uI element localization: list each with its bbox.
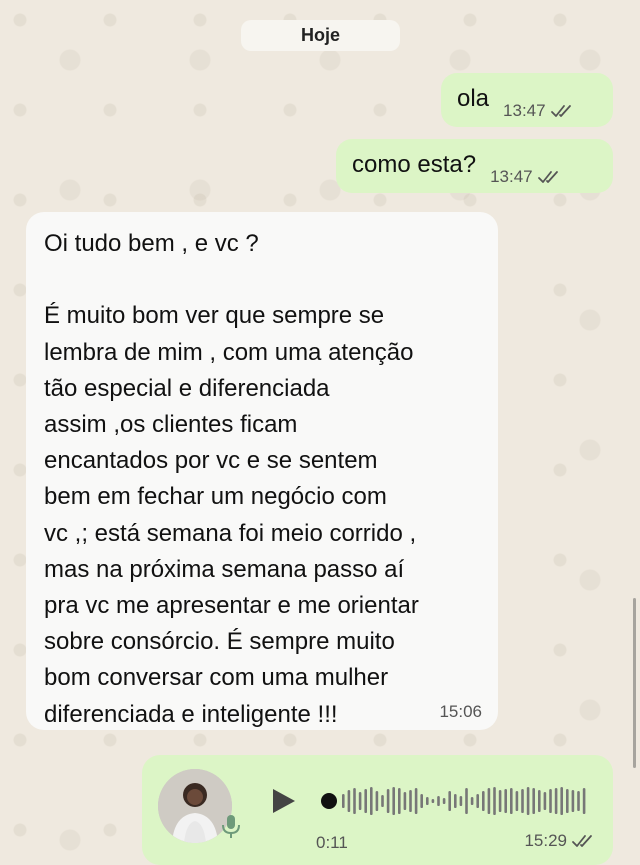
microphone-icon: [222, 815, 240, 838]
waveform-bar: [549, 789, 552, 813]
double-check-icon: [537, 171, 558, 183]
waveform-bar: [442, 798, 446, 804]
waveform-bar: [403, 792, 407, 810]
waveform-bar: [431, 799, 435, 803]
scrollbar[interactable]: [633, 598, 636, 768]
waveform-bar: [554, 788, 558, 814]
message-meta: 13:47: [490, 167, 565, 187]
waveform-bar: [515, 791, 519, 811]
waveform-bar: [358, 792, 362, 810]
waveform-bar: [437, 796, 440, 806]
waveform-bar: [566, 789, 569, 813]
message-meta: 15:29: [524, 831, 599, 851]
waveform-bar: [560, 787, 563, 815]
outgoing-message-bubble[interactable]: como esta? 13:47: [336, 139, 613, 193]
message-time: 13:47: [490, 167, 533, 186]
waveform-bar: [526, 787, 530, 815]
waveform-bar: [454, 794, 457, 808]
waveform-bar: [364, 789, 367, 813]
message-time: 15:29: [524, 831, 567, 850]
waveform-bar: [543, 792, 547, 810]
playhead-dot[interactable]: [321, 793, 337, 809]
waveform-bar: [532, 788, 535, 814]
waveform-bar: [420, 794, 423, 808]
waveform-bar: [409, 790, 412, 812]
incoming-message-bubble[interactable]: Oi tudo bem , e vc ? É muito bom ver que…: [26, 212, 498, 730]
message-text: ola: [457, 85, 490, 112]
waveform-bar: [459, 796, 463, 806]
waveform-bar: [414, 788, 418, 814]
double-check-icon: [572, 835, 592, 847]
waveform-bar: [582, 788, 586, 814]
message-text: Oi tudo bem , e vc ? É muito bom ver que…: [44, 230, 419, 728]
waveform-bar: [571, 790, 575, 812]
waveform-bar: [498, 790, 502, 812]
voice-duration: 0:11: [316, 833, 348, 852]
date-separator: Hoje: [241, 20, 400, 51]
play-icon[interactable]: [268, 786, 298, 816]
waveform-bar: [521, 789, 524, 813]
waveform-bar: [465, 788, 468, 814]
waveform-bar: [381, 795, 384, 807]
waveform-bar: [493, 787, 496, 815]
waveform-bar: [448, 791, 451, 811]
waveform-bar: [353, 788, 356, 814]
waveform-icon[interactable]: [320, 783, 590, 819]
waveform-bar: [482, 791, 485, 811]
message-meta: 13:47: [503, 101, 578, 121]
waveform-bar: [577, 791, 580, 811]
waveform-bar: [470, 797, 474, 805]
waveform-bar: [347, 790, 351, 812]
message-time: 15:06: [439, 702, 482, 721]
waveform-bar: [342, 794, 345, 808]
waveform-bar: [375, 791, 379, 811]
waveform-bar: [510, 788, 513, 814]
waveform-bar: [504, 789, 507, 813]
message-text: como esta?: [352, 151, 477, 178]
waveform-bar: [386, 789, 390, 813]
waveform-bar: [476, 794, 479, 808]
waveform-bar: [538, 790, 541, 812]
waveform-bar: [392, 787, 395, 815]
message-time: 13:47: [503, 101, 546, 120]
double-check-icon: [550, 105, 571, 117]
outgoing-message-bubble[interactable]: ola 13:47: [441, 73, 613, 127]
waveform-bar: [398, 788, 401, 814]
waveform-bar: [370, 787, 373, 815]
waveform-bar: [426, 797, 429, 805]
waveform-bar: [487, 788, 491, 814]
voice-message-bubble[interactable]: 0:11 15:29: [142, 755, 613, 865]
